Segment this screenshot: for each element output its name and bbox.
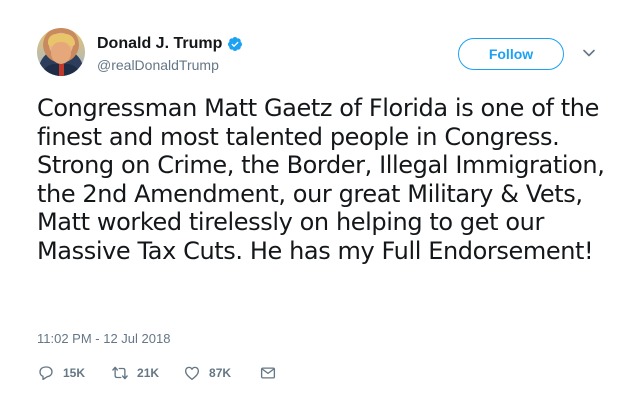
retweet-icon: [112, 366, 128, 380]
retweet-count: 21K: [137, 366, 160, 380]
envelope-icon: [260, 367, 276, 379]
avatar[interactable]: [37, 28, 85, 76]
reply-button[interactable]: 15K: [37, 364, 85, 382]
tweet-timestamp[interactable]: 11:02 PM - 12 Jul 2018: [37, 331, 170, 346]
tweet-actions: 15K 21K 87K: [37, 364, 285, 382]
heart-icon: [184, 366, 200, 381]
direct-message-button[interactable]: [259, 364, 285, 382]
verified-badge-icon: [227, 36, 243, 52]
reply-count: 15K: [63, 366, 86, 380]
retweet-button[interactable]: 21K: [111, 364, 159, 382]
chevron-down-icon[interactable]: [582, 46, 596, 60]
reply-icon: [39, 366, 53, 381]
like-count: 87K: [209, 366, 232, 380]
user-name-row: Donald J. Trump: [97, 35, 243, 53]
follow-button[interactable]: Follow: [458, 38, 564, 70]
user-handle[interactable]: @realDonaldTrump: [97, 57, 219, 73]
avatar-tie: [59, 64, 64, 76]
like-button[interactable]: 87K: [183, 364, 231, 382]
display-name[interactable]: Donald J. Trump: [97, 35, 222, 53]
tweet-text: Congressman Matt Gaetz of Florida is one…: [37, 94, 605, 265]
avatar-face: [51, 42, 71, 64]
